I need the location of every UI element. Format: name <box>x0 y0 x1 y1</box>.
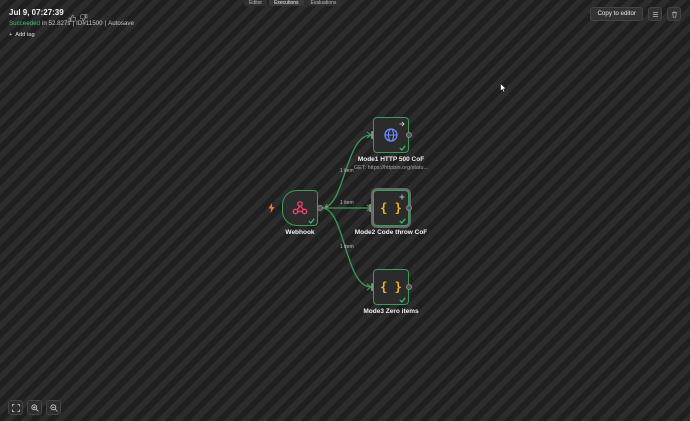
zero-items-node[interactable]: { } <box>373 269 409 305</box>
code-throw-node-label: Mode2 Code throw CoF <box>354 229 428 236</box>
code-braces-icon: { } <box>380 280 402 294</box>
code-braces-icon: { } <box>380 201 402 215</box>
connections-layer <box>321 131 372 291</box>
http-node-subtitle: GET: https://httpbin.org/statu... <box>353 165 429 171</box>
trigger-bolt-icon <box>268 203 275 213</box>
plus-icon <box>399 194 405 200</box>
zoom-in-button[interactable] <box>27 400 42 415</box>
globe-icon <box>384 128 398 142</box>
fullscreen-icon <box>11 403 20 412</box>
edge-label-code: 1 item <box>340 200 354 206</box>
webhook-icon <box>292 201 308 215</box>
zero-items-node-label: Mode3 Zero items <box>363 308 419 315</box>
branch-count: 4 <box>325 204 328 210</box>
code-throw-node[interactable]: { } <box>373 190 409 226</box>
webhook-node[interactable] <box>282 190 318 226</box>
webhook-output-port[interactable] <box>317 205 323 211</box>
zero-items-output-port[interactable] <box>406 284 412 290</box>
zoom-out-icon <box>49 403 58 412</box>
success-check-icon <box>399 297 406 303</box>
success-check-icon <box>399 145 406 151</box>
fit-view-button[interactable] <box>8 400 23 415</box>
canvas-controls <box>8 400 61 415</box>
zoom-out-button[interactable] <box>46 400 61 415</box>
success-check-icon <box>308 218 315 224</box>
http-output-port[interactable] <box>406 132 412 138</box>
http-request-node[interactable] <box>373 117 409 153</box>
success-check-icon <box>399 218 406 224</box>
arrow-right-icon <box>399 121 405 127</box>
code-throw-output-port[interactable] <box>406 205 412 211</box>
zoom-in-icon <box>30 403 39 412</box>
http-node-label: Mode1 HTTP 500 CoF <box>357 156 425 163</box>
code-throw-input-port[interactable] <box>369 204 372 212</box>
edge-label-zero: 1 item <box>340 244 354 250</box>
